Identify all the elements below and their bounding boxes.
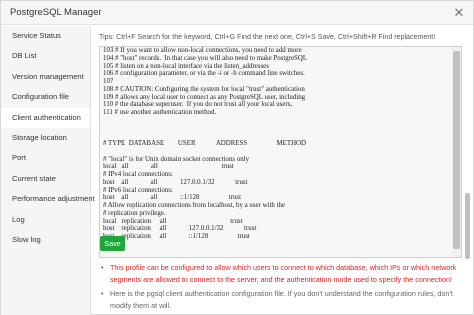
code-line: local all all trust: [103, 163, 234, 171]
code-line: host replication all ::1/128 trust: [103, 233, 250, 240]
code-line: 104 # "host" records. In that case you w…: [103, 54, 308, 62]
code-line: 103 # If you want to allow non-local con…: [103, 47, 302, 54]
editor-scrollbar[interactable]: [452, 47, 461, 257]
tips-text: Tips: Ctrl+F Search for the keyword, Ctr…: [99, 33, 436, 41]
code-line: host all all ::1/128 trust: [103, 194, 242, 202]
bullet-icon: •: [101, 263, 104, 272]
sidebar-item-storage-location[interactable]: Storage location: [1, 128, 90, 148]
code-line: # Allow replication connections from loc…: [103, 202, 285, 209]
note-warning: • This profile can be configured to allo…: [101, 262, 461, 285]
code-line: 108 # CAUTION: Configuring the system fo…: [103, 85, 305, 93]
note-info: • Here is the pgsql client authenticatio…: [101, 288, 461, 311]
sidebar-item-configuration-file[interactable]: Configuration file: [1, 87, 90, 107]
close-icon[interactable]: ✕: [451, 5, 467, 21]
config-editor[interactable]: 103 # If you want to allow non-local con…: [99, 46, 462, 258]
code-line: local replication all trust: [103, 217, 243, 225]
sidebar-item-log[interactable]: Log: [1, 210, 90, 230]
sidebar-item-db-list[interactable]: DB List: [1, 46, 90, 66]
code-line: 111 # use another authentication method.: [103, 109, 217, 116]
save-button[interactable]: Save: [100, 236, 125, 251]
sidebar: Service Status DB List Version managemen…: [1, 26, 95, 315]
code-line: 106 # configuration parameter, or via th…: [103, 70, 305, 78]
code-line: 107: [103, 78, 114, 85]
postgresql-manager-window: PostgreSQL Manager ✕ Service Status DB L…: [0, 0, 474, 315]
editor-content[interactable]: 103 # If you want to allow non-local con…: [103, 47, 453, 257]
sidebar-item-slow-log[interactable]: Slow log: [1, 230, 90, 250]
code-line: # IPv6 local connections:: [103, 186, 173, 194]
sidebar-item-service-status[interactable]: Service Status: [1, 26, 90, 46]
code-line: # TYPE DATABASE USER ADDRESS METHOD: [103, 140, 306, 147]
code-line: 109 # allows any local user to connect a…: [103, 93, 306, 101]
code-line: 105 # listen on a non-local interface vi…: [103, 62, 269, 70]
notes-list: • This profile can be configured to allo…: [101, 262, 461, 314]
title-bar: PostgreSQL Manager ✕: [1, 1, 473, 25]
code-line: # replication privilege.: [103, 209, 166, 217]
page-scroll-thumb[interactable]: [465, 193, 470, 259]
note-warning-text: This profile can be configured to allow …: [110, 263, 457, 284]
sidebar-item-port[interactable]: Port: [1, 148, 90, 168]
code-line: # "local" is for Unix domain socket conn…: [103, 155, 250, 163]
sidebar-item-client-authentication[interactable]: Client authentication: [1, 107, 90, 128]
sidebar-item-version-management[interactable]: Version management: [1, 67, 90, 87]
sidebar-item-current-state[interactable]: Current state: [1, 169, 90, 189]
page-scrollbar[interactable]: [465, 29, 471, 313]
code-line: host replication all 127.0.0.1/32 trust: [103, 225, 257, 233]
sidebar-item-performance-adjustment[interactable]: Performance adjustment: [1, 189, 95, 209]
window-title: PostgreSQL Manager: [10, 7, 102, 18]
bullet-icon: •: [101, 289, 104, 298]
code-line: 110 # the database superuser. If you do …: [103, 101, 293, 109]
code-line: # IPv4 local connections:: [103, 171, 173, 178]
editor-scroll-thumb[interactable]: [453, 51, 460, 249]
note-info-text: Here is the pgsql client authentication …: [110, 289, 453, 310]
code-line: host all all 127.0.0.1/32 trust: [103, 178, 248, 186]
main-panel: Tips: Ctrl+F Search for the keyword, Ctr…: [92, 26, 474, 315]
